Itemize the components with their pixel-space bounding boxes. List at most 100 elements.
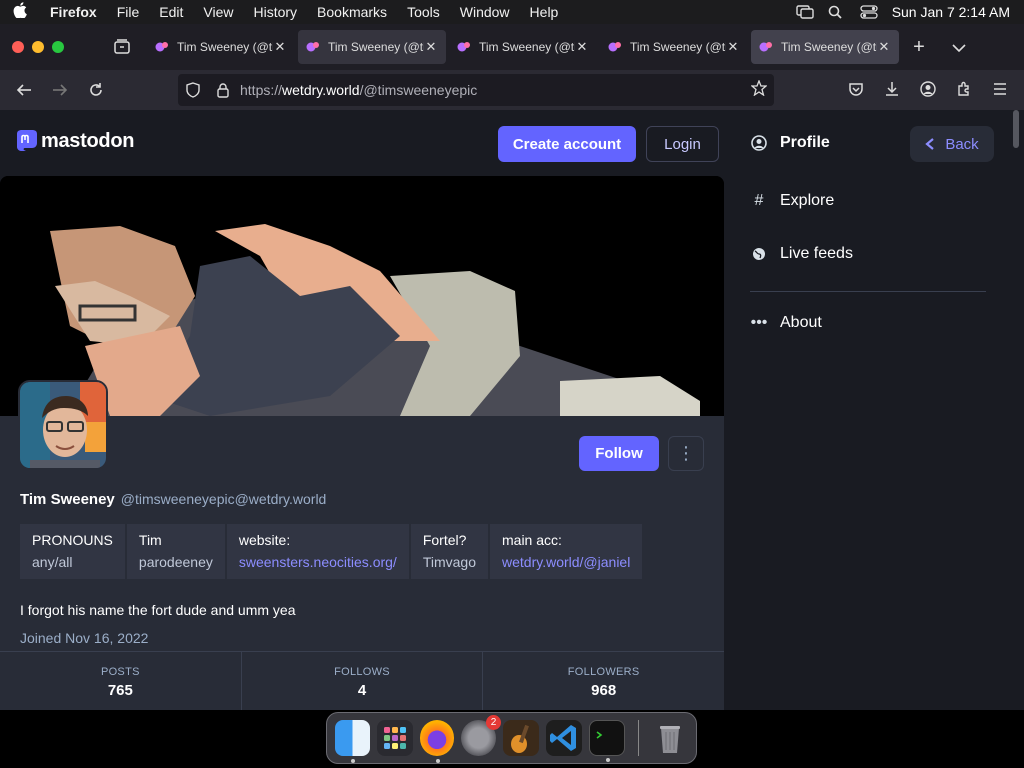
browser-tab[interactable]: Tim Sweeney (@timsweeneyepic@wetdry.worl… (147, 30, 295, 64)
firefox-icon[interactable] (419, 720, 455, 763)
sidebar-item-profile[interactable]: Profile (750, 134, 830, 152)
back-nav-button[interactable] (6, 75, 42, 105)
list-all-tabs-button[interactable] (939, 36, 979, 59)
field-key: PRONOUNS (32, 532, 113, 548)
back-button[interactable]: Back (910, 126, 994, 162)
field-key: Fortel? (422, 532, 467, 548)
new-tab-button[interactable]: + (899, 36, 939, 59)
control-center-icon[interactable] (860, 5, 878, 19)
stat-posts[interactable]: POSTS 765 (0, 652, 242, 710)
zoom-window-button[interactable] (52, 41, 64, 53)
more-options-button[interactable]: ⋮ (668, 436, 704, 471)
browser-tab[interactable]: Tim Sweeney (@timsweeneyepic@wetdry.worl… (449, 30, 597, 64)
sidebar-label-about: About (780, 314, 822, 331)
menu-bookmarks[interactable]: Bookmarks (307, 4, 397, 20)
stat-value: 4 (357, 682, 367, 699)
notification-badge: 2 (486, 715, 502, 730)
toolbar-right-buttons (838, 74, 1018, 104)
browser-nav-bar: https://wetdry.world/@timsweeneyepic (0, 70, 1024, 110)
url-bar[interactable]: https://wetdry.world/@timsweeneyepic (178, 74, 774, 106)
browser-tab[interactable]: Tim Sweeney (@timsweeneyepic@wetdry.worl… (298, 30, 446, 64)
profile-card: Follow ⋮ Tim Sweeney @timsweeneyepic@wet… (0, 176, 724, 710)
tab-close-icon[interactable]: ✕ (273, 39, 287, 55)
browser-tab-active[interactable]: Tim Sweeney (@timsweeneyepic@wetdry.worl… (751, 30, 899, 64)
page-scrollbar[interactable] (1013, 110, 1019, 148)
menu-history[interactable]: History (243, 4, 307, 20)
account-handle[interactable]: @timsweeneyepic@wetdry.world (121, 491, 327, 507)
garageband-icon[interactable] (503, 720, 540, 756)
sidebar-item-live-feeds[interactable]: Live feeds (750, 245, 853, 263)
dock-separator (638, 720, 639, 756)
forward-nav-button[interactable] (42, 75, 78, 105)
url-text[interactable]: https://wetdry.world/@timsweeneyepic (240, 82, 477, 98)
field-value-link[interactable]: wetdry.world/@janiel (502, 554, 630, 570)
browser-tab[interactable]: Tim Sweeney (@timsweeneyepic@wetdry.worl… (600, 30, 748, 64)
pocket-icon (849, 83, 863, 96)
follow-button[interactable]: Follow (579, 436, 659, 471)
tracking-protection-shield-icon[interactable] (178, 74, 208, 106)
menu-view[interactable]: View (193, 4, 243, 20)
tab-close-icon[interactable]: ✕ (726, 39, 740, 55)
mastodon-page: mastodon Create account Login Follow ⋮ T… (0, 110, 1024, 710)
vscode-icon[interactable] (546, 720, 583, 756)
field-key: website: (238, 532, 291, 548)
field-value: Timvago (422, 554, 476, 570)
app-menu-button[interactable] (982, 74, 1018, 104)
tab-close-icon[interactable]: ✕ (877, 39, 891, 55)
trash-icon[interactable] (652, 720, 688, 756)
screen-mirroring-icon[interactable] (795, 5, 814, 19)
terminal-icon[interactable] (589, 720, 626, 762)
vertical-ellipsis-icon: ⋮ (677, 443, 695, 463)
menu-app-name[interactable]: Firefox (40, 4, 107, 20)
hashtag-icon: # (754, 192, 764, 209)
profile-field-tim: Tim parodeeney (126, 524, 225, 579)
mac-menu-bar: Firefox File Edit View History Bookmarks… (0, 0, 1024, 24)
firefox-view-button[interactable] (100, 31, 144, 63)
spotlight-search-icon[interactable] (828, 5, 846, 19)
close-window-button[interactable] (12, 41, 24, 53)
profile-fields: PRONOUNS any/all Tim parodeeney website:… (20, 524, 643, 579)
apple-menu-icon[interactable] (0, 2, 40, 22)
lock-icon[interactable] (208, 74, 238, 106)
joined-date: Joined Nov 16, 2022 (20, 630, 149, 646)
minimize-window-button[interactable] (32, 41, 44, 53)
menubar-clock[interactable]: Sun Jan 7 2:14 AM (892, 4, 1010, 20)
tab-close-icon[interactable]: ✕ (424, 39, 438, 55)
mastodon-logo-icon (17, 130, 37, 151)
bookmark-star-icon[interactable] (744, 78, 774, 101)
download-icon (886, 82, 898, 96)
menu-edit[interactable]: Edit (149, 4, 193, 20)
system-settings-icon[interactable]: 2 (461, 715, 502, 756)
user-circle-icon (750, 134, 768, 152)
finder-icon[interactable] (335, 720, 370, 763)
launchpad-icon[interactable] (376, 720, 413, 756)
menu-help[interactable]: Help (520, 4, 569, 20)
back-label: Back (945, 135, 979, 153)
login-button[interactable]: Login (646, 126, 719, 162)
profile-header-image (0, 176, 724, 416)
puzzle-piece-icon (958, 81, 969, 96)
field-value-link[interactable]: sweensters.neocities.org/ (239, 554, 397, 570)
extensions-button[interactable] (946, 74, 982, 104)
profile-avatar[interactable] (18, 380, 108, 470)
tab-title: Tim Sweeney (@timsweeneyepic@wetdry.worl… (479, 40, 575, 54)
create-account-button[interactable]: Create account (498, 126, 636, 162)
mastodon-logo[interactable]: mastodon (14, 128, 134, 154)
account-button[interactable] (910, 74, 946, 104)
profile-name-row: Tim Sweeney @timsweeneyepic@wetdry.world (20, 491, 326, 508)
menu-window[interactable]: Window (450, 4, 520, 20)
tab-close-icon[interactable]: ✕ (575, 39, 589, 55)
tab-title: Tim Sweeney (@timsweeneyepic@wetdry.worl… (177, 40, 273, 54)
sidebar-item-about[interactable]: ••• About (750, 314, 822, 332)
menu-file[interactable]: File (107, 4, 150, 20)
menu-tools[interactable]: Tools (397, 4, 450, 20)
stat-value: 968 (591, 682, 617, 699)
reload-icon (90, 83, 102, 96)
downloads-button[interactable] (874, 74, 910, 104)
stat-follows[interactable]: FOLLOWS 4 (242, 652, 484, 710)
sidebar-item-explore[interactable]: # Explore (750, 192, 835, 210)
reload-button[interactable] (78, 75, 114, 105)
hamburger-menu-icon (994, 83, 1006, 95)
stat-followers[interactable]: FOLLOWERS 968 (483, 652, 724, 710)
pocket-button[interactable] (838, 74, 874, 104)
